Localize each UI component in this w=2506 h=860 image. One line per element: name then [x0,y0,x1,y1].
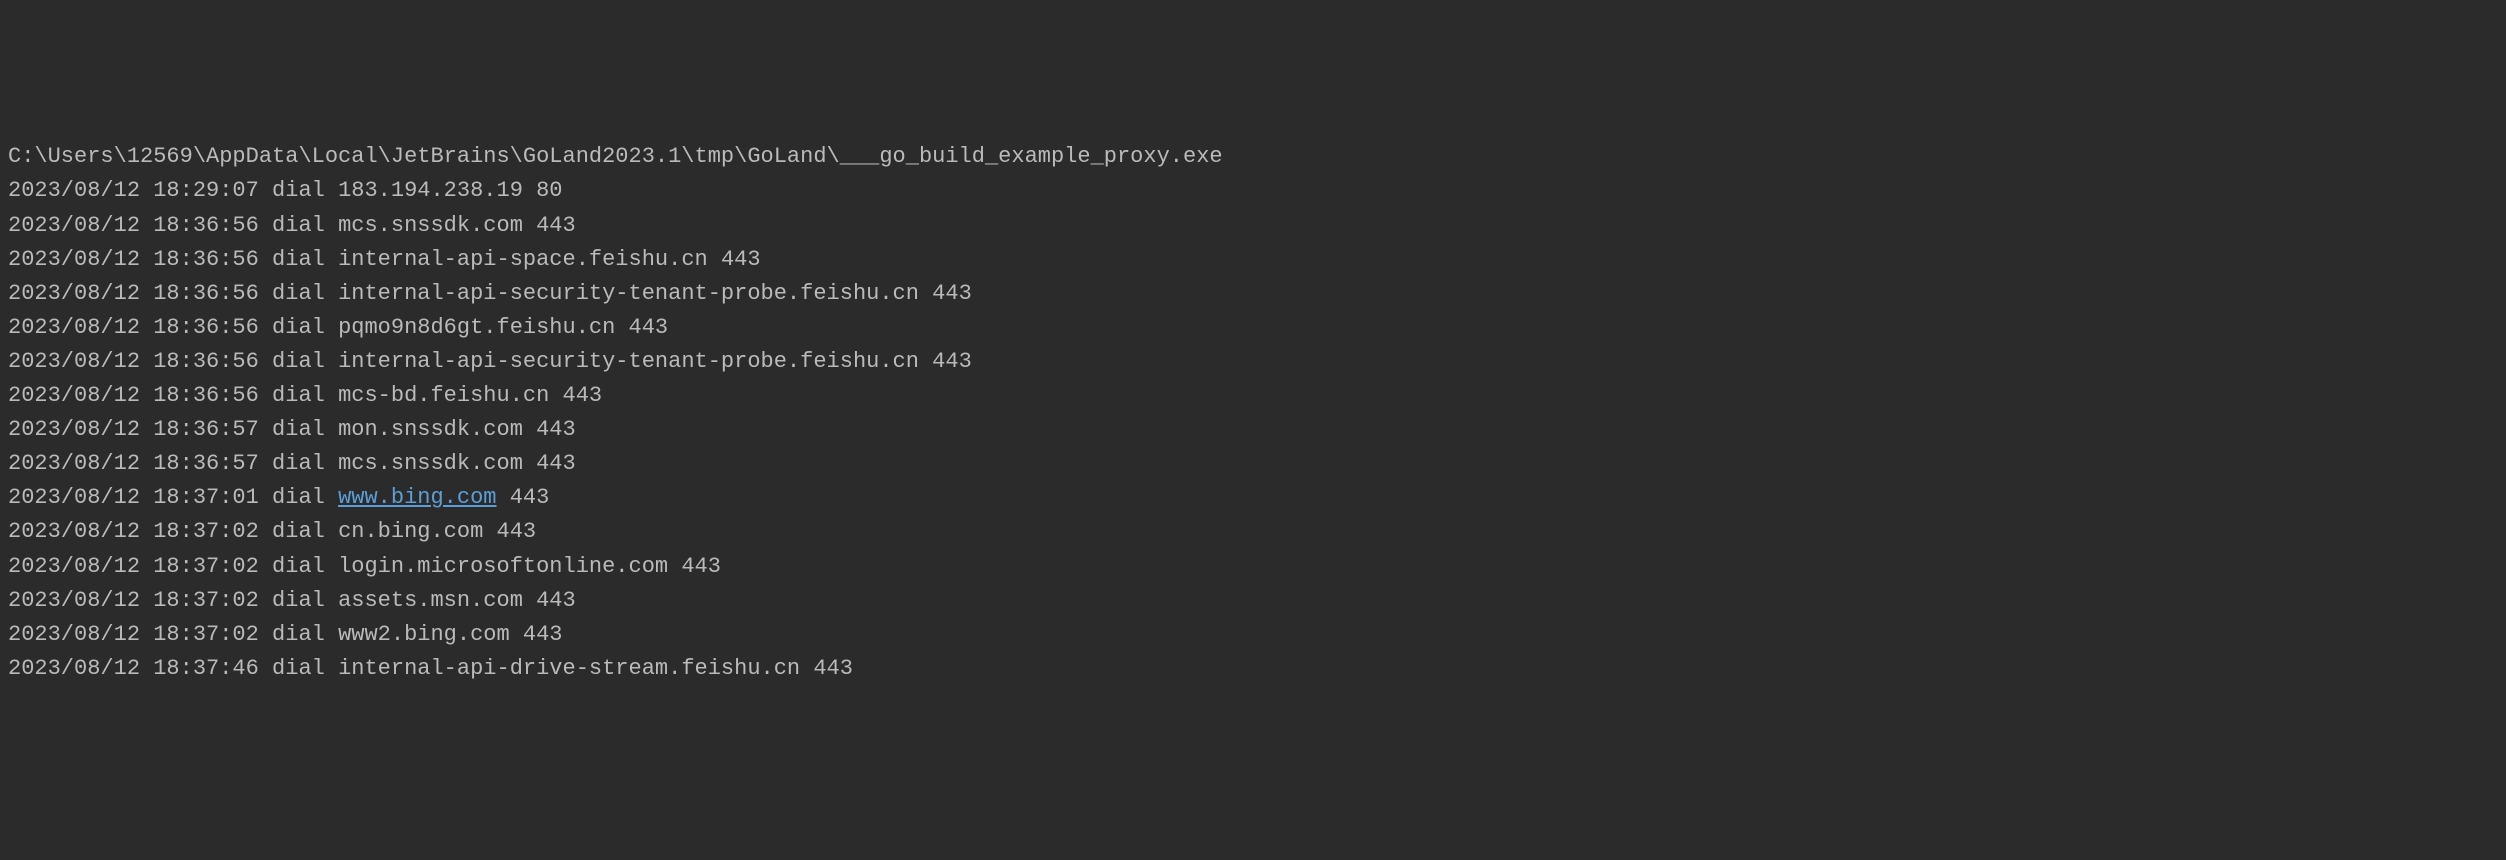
log-host: assets.msn.com [338,588,523,613]
log-port: 443 [536,451,576,476]
log-timestamp: 2023/08/12 18:36:56 [8,349,259,374]
log-host: mcs.snssdk.com [338,451,523,476]
log-action: dial [272,281,325,306]
log-timestamp: 2023/08/12 18:36:57 [8,451,259,476]
log-line: 2023/08/12 18:37:02 dial www2.bing.com 4… [8,618,2498,652]
log-port: 443 [813,656,853,681]
log-line: 2023/08/12 18:37:46 dial internal-api-dr… [8,652,2498,686]
log-port: 443 [536,213,576,238]
log-line: 2023/08/12 18:36:56 dial mcs.snssdk.com … [8,209,2498,243]
log-action: dial [272,315,325,340]
log-action: dial [272,656,325,681]
log-timestamp: 2023/08/12 18:37:02 [8,519,259,544]
log-port: 443 [536,417,576,442]
exec-path: C:\Users\12569\AppData\Local\JetBrains\G… [8,140,2498,174]
log-line: 2023/08/12 18:37:01 dial www.bing.com 44… [8,481,2498,515]
log-port: 443 [563,383,603,408]
log-line: 2023/08/12 18:37:02 dial cn.bing.com 443 [8,515,2498,549]
log-action: dial [272,417,325,442]
log-host: mon.snssdk.com [338,417,523,442]
log-timestamp: 2023/08/12 18:37:02 [8,622,259,647]
log-line: 2023/08/12 18:37:02 dial login.microsoft… [8,550,2498,584]
log-host: mcs-bd.feishu.cn [338,383,549,408]
log-port: 443 [629,315,669,340]
log-port: 443 [932,281,972,306]
log-timestamp: 2023/08/12 18:36:56 [8,281,259,306]
log-host: cn.bing.com [338,519,483,544]
log-timestamp: 2023/08/12 18:37:46 [8,656,259,681]
log-timestamp: 2023/08/12 18:36:56 [8,383,259,408]
log-action: dial [272,451,325,476]
log-timestamp: 2023/08/12 18:36:56 [8,315,259,340]
log-host-link[interactable]: www.bing.com [338,485,496,510]
log-timestamp: 2023/08/12 18:37:02 [8,554,259,579]
log-line: 2023/08/12 18:36:56 dial internal-api-se… [8,345,2498,379]
log-timestamp: 2023/08/12 18:36:56 [8,213,259,238]
log-host: internal-api-drive-stream.feishu.cn [338,656,800,681]
log-port: 443 [536,588,576,613]
log-host: pqmo9n8d6gt.feishu.cn [338,315,615,340]
log-timestamp: 2023/08/12 18:37:02 [8,588,259,613]
log-timestamp: 2023/08/12 18:29:07 [8,178,259,203]
log-action: dial [272,247,325,272]
log-line: 2023/08/12 18:36:56 dial internal-api-sp… [8,243,2498,277]
log-action: dial [272,349,325,374]
log-line: 2023/08/12 18:36:57 dial mcs.snssdk.com … [8,447,2498,481]
log-port: 80 [536,178,562,203]
log-host: internal-api-security-tenant-probe.feish… [338,349,919,374]
log-port: 443 [932,349,972,374]
log-host: internal-api-space.feishu.cn [338,247,708,272]
log-host: 183.194.238.19 [338,178,523,203]
log-port: 443 [681,554,721,579]
log-timestamp: 2023/08/12 18:36:56 [8,247,259,272]
log-host: login.microsoftonline.com [338,554,668,579]
log-action: dial [272,383,325,408]
log-action: dial [272,622,325,647]
log-line: 2023/08/12 18:36:57 dial mon.snssdk.com … [8,413,2498,447]
log-timestamp: 2023/08/12 18:36:57 [8,417,259,442]
log-action: dial [272,213,325,238]
log-action: dial [272,178,325,203]
log-host: internal-api-security-tenant-probe.feish… [338,281,919,306]
console-output[interactable]: C:\Users\12569\AppData\Local\JetBrains\G… [8,140,2498,686]
log-port: 443 [721,247,761,272]
log-action: dial [272,588,325,613]
log-line: 2023/08/12 18:36:56 dial internal-api-se… [8,277,2498,311]
log-action: dial [272,554,325,579]
log-line: 2023/08/12 18:36:56 dial pqmo9n8d6gt.fei… [8,311,2498,345]
log-port: 443 [510,485,550,510]
log-port: 443 [523,622,563,647]
log-line: 2023/08/12 18:37:02 dial assets.msn.com … [8,584,2498,618]
log-timestamp: 2023/08/12 18:37:01 [8,485,259,510]
log-port: 443 [497,519,537,544]
log-action: dial [272,519,325,544]
log-host: mcs.snssdk.com [338,213,523,238]
log-action: dial [272,485,325,510]
log-line: 2023/08/12 18:29:07 dial 183.194.238.19 … [8,174,2498,208]
log-host: www2.bing.com [338,622,510,647]
log-line: 2023/08/12 18:36:56 dial mcs-bd.feishu.c… [8,379,2498,413]
